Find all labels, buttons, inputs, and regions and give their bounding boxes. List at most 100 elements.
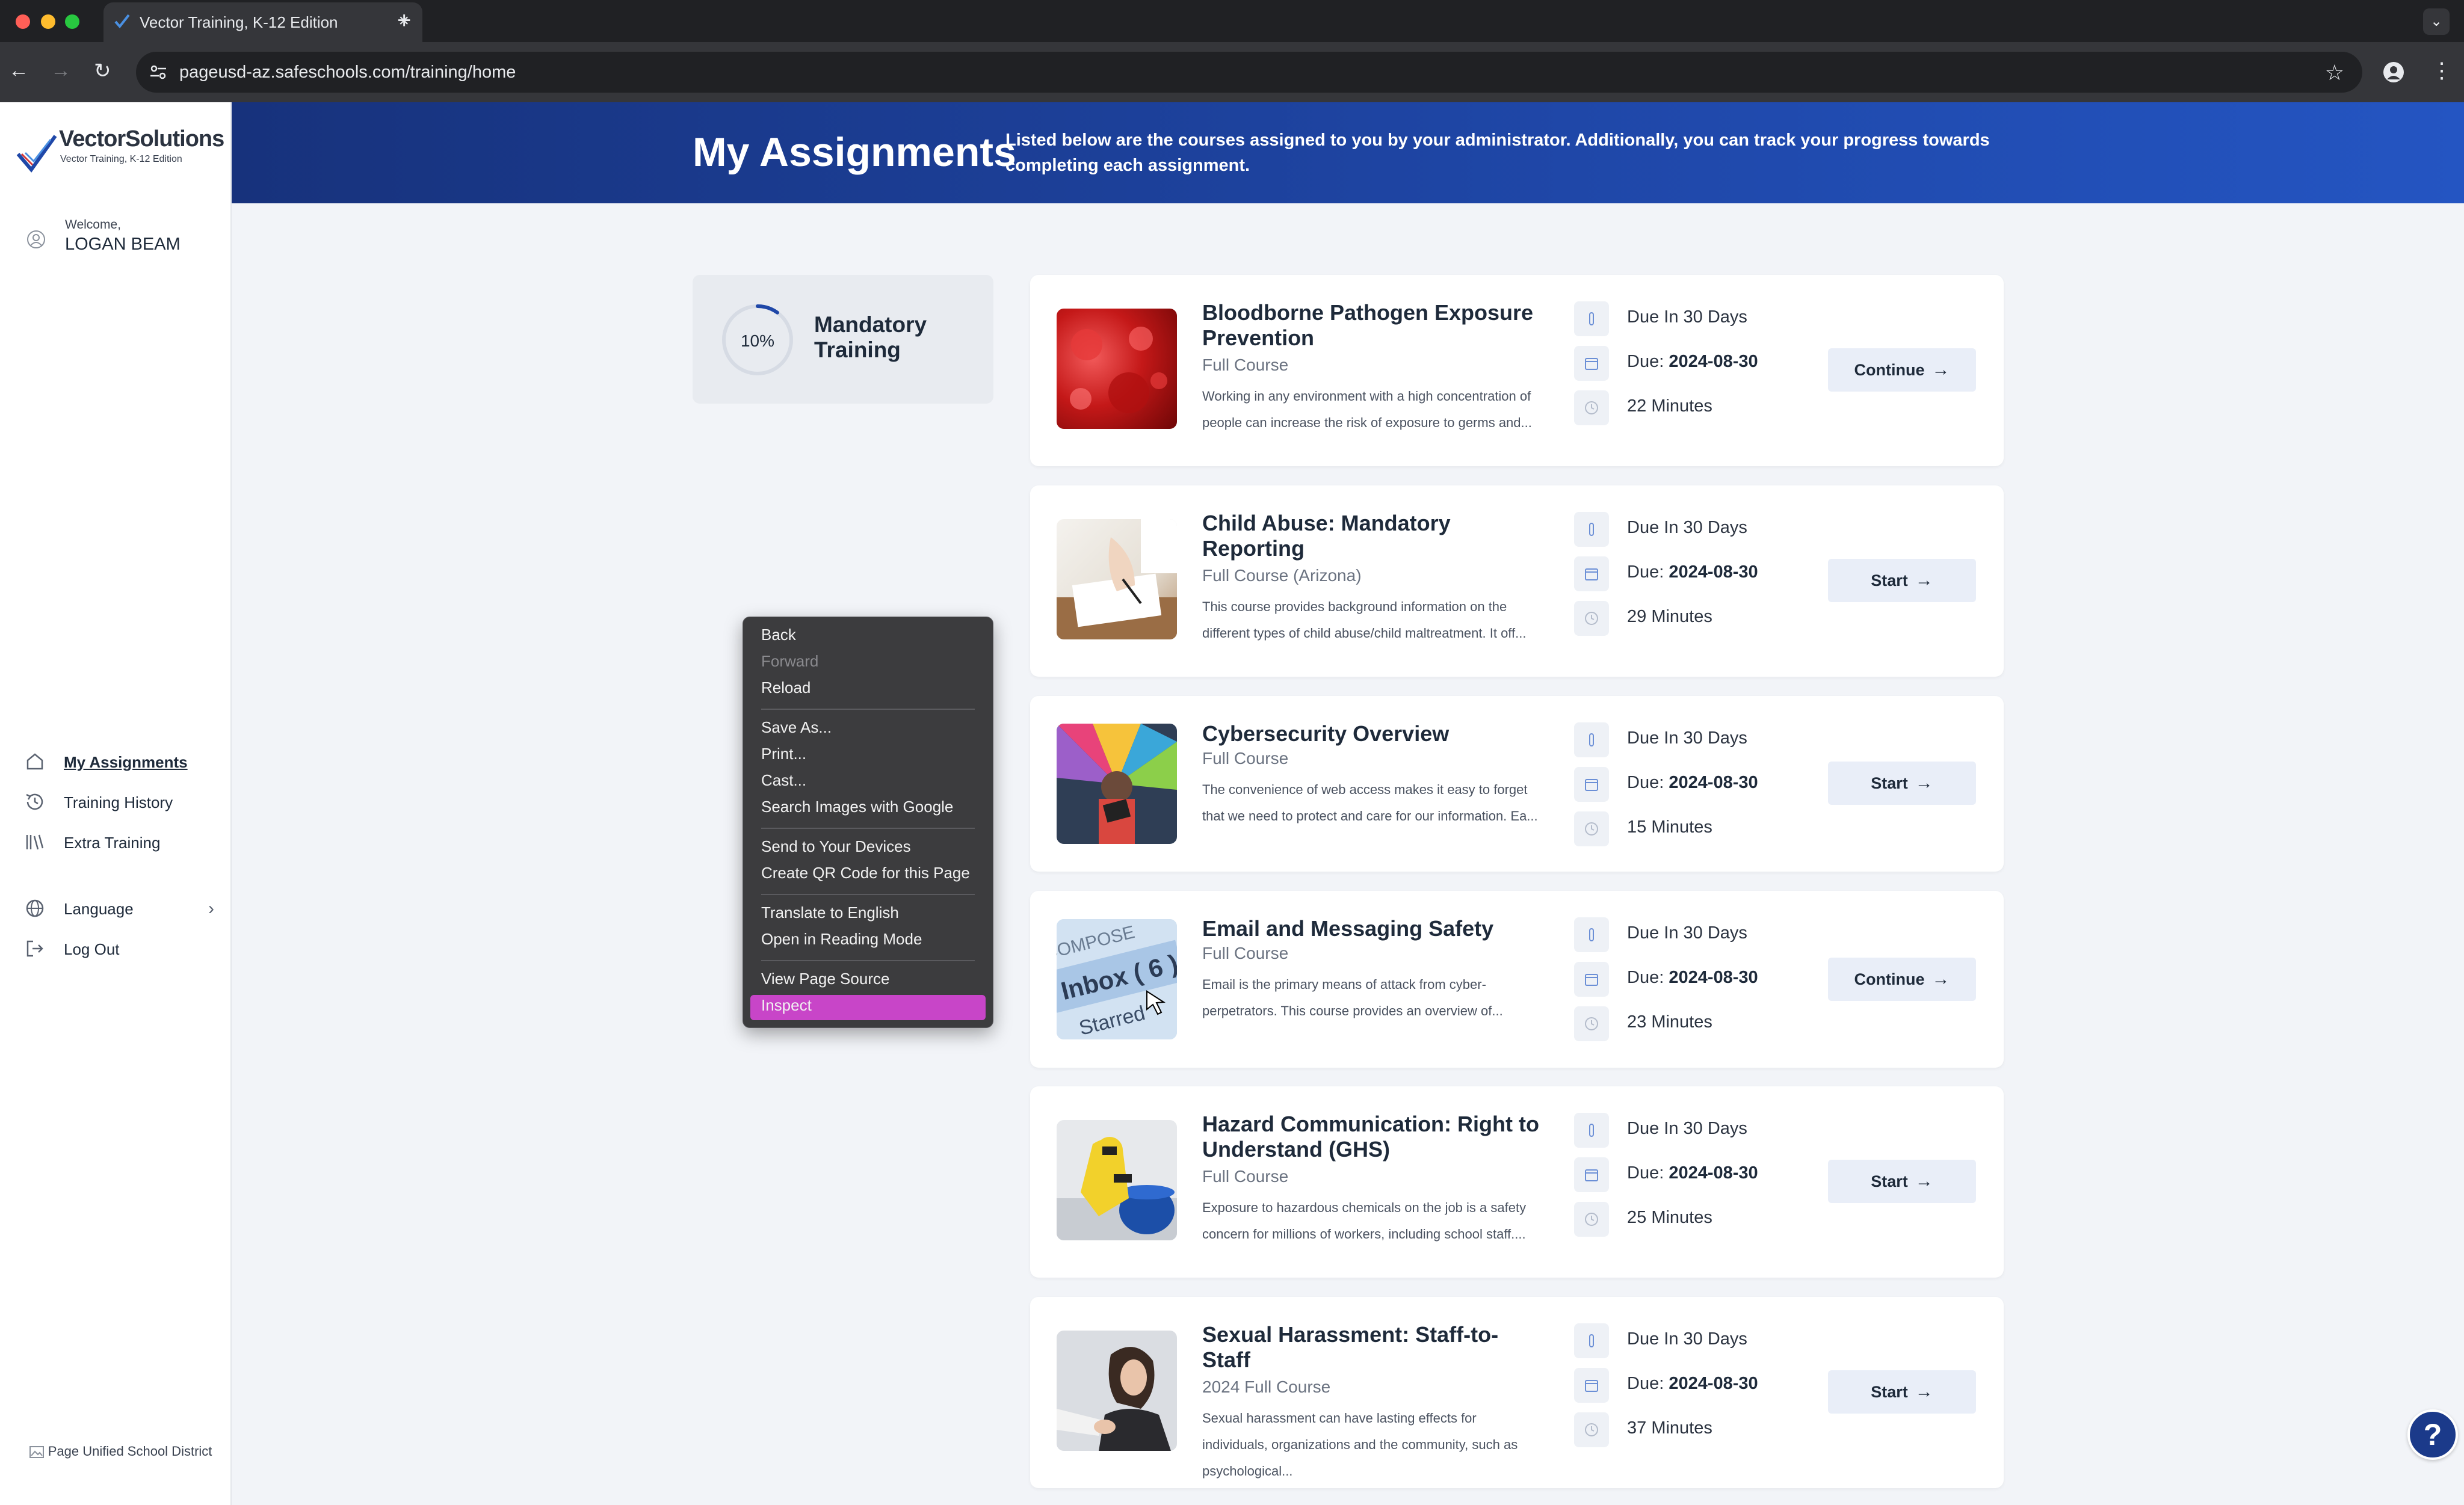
course-type: Full Course	[1202, 1167, 1289, 1186]
due-date-text: Due: 2024-08-30	[1627, 1374, 1758, 1393]
course-card: Bloodborne Pathogen Exposure Prevention …	[1030, 275, 2004, 466]
course-title[interactable]: Sexual Harassment: Staff-to-Staff	[1202, 1322, 1539, 1373]
context-menu-view-source[interactable]: View Page Source	[761, 970, 889, 988]
continue-button[interactable]: Continue →	[1828, 958, 1976, 1001]
context-menu-back[interactable]: Back	[761, 626, 796, 644]
calendar-icon	[1574, 767, 1609, 802]
welcome-label: Welcome,	[65, 218, 121, 232]
menu-separator	[761, 960, 975, 961]
clock-icon	[1574, 1202, 1609, 1237]
help-button[interactable]: ?	[2407, 1409, 2458, 1460]
menu-separator	[761, 709, 975, 710]
course-thumbnail	[1057, 724, 1177, 844]
chevron-right-icon: ›	[208, 899, 214, 919]
context-menu-qr-code[interactable]: Create QR Code for this Page	[761, 864, 970, 882]
reload-icon[interactable]: ↻	[94, 59, 111, 83]
browser-menu-icon[interactable]: ⋮	[2431, 58, 2453, 83]
user-name: LOGAN BEAM	[65, 235, 181, 254]
course-description: This course provides background informat…	[1202, 599, 1527, 641]
nav-log-out[interactable]: Log Out	[24, 938, 217, 962]
info-icon	[1574, 301, 1609, 336]
due-date-value: 2024-08-30	[1669, 773, 1758, 792]
nav-training-history[interactable]: Training History	[24, 791, 217, 815]
minimize-window-button[interactable]	[41, 14, 55, 29]
nav-extra-training[interactable]: Extra Training	[24, 831, 217, 855]
context-menu-cast[interactable]: Cast...	[761, 771, 806, 790]
context-menu-reload[interactable]: Reload	[761, 679, 811, 697]
address-bar[interactable]: pageusd-az.safeschools.com/training/home…	[136, 52, 2362, 93]
course-thumbnail	[1057, 1120, 1177, 1240]
due-in-text: Due In 30 Days	[1627, 1119, 1747, 1138]
page-title: My Assignments	[693, 129, 1016, 175]
start-button[interactable]: Start →	[1828, 762, 1976, 805]
page-header: My Assignments Listed below are the cour…	[232, 102, 2464, 203]
history-icon	[26, 793, 43, 810]
arrow-right-icon: →	[1931, 360, 1950, 380]
context-menu: Back Forward Reload Save As... Print... …	[743, 617, 993, 1028]
course-title[interactable]: Child Abuse: Mandatory Reporting	[1202, 511, 1539, 561]
course-thumbnail	[1057, 309, 1177, 429]
info-icon	[1574, 1323, 1609, 1358]
nav-language[interactable]: Language ›	[24, 897, 217, 922]
mandatory-training-card[interactable]: 10% Mandatory Training	[693, 275, 993, 404]
mandatory-training-title: Mandatory Training	[814, 312, 927, 362]
info-icon	[1574, 512, 1609, 547]
duration-text: 25 Minutes	[1627, 1208, 1712, 1227]
due-in-text: Due In 30 Days	[1627, 307, 1747, 327]
vector-solutions-logo[interactable]: VectorSolutions Vector Training, K-12 Ed…	[16, 126, 224, 174]
calendar-icon	[1574, 346, 1609, 381]
close-window-button[interactable]	[16, 14, 30, 29]
start-button[interactable]: Start →	[1828, 559, 1976, 602]
context-menu-send-to-devices[interactable]: Send to Your Devices	[761, 837, 911, 856]
writing-hand-image	[1057, 519, 1177, 639]
duration-text: 29 Minutes	[1627, 607, 1712, 626]
arrow-right-icon: →	[1915, 1171, 1933, 1191]
context-menu-inspect[interactable]: Inspect	[761, 996, 812, 1015]
forward-arrow-icon[interactable]: →	[51, 59, 71, 82]
nav-label: Training History	[64, 793, 173, 811]
hazmat-worker-image	[1057, 1120, 1177, 1240]
context-menu-translate[interactable]: Translate to English	[761, 903, 899, 922]
context-menu-print[interactable]: Print...	[761, 745, 806, 763]
clock-icon	[1574, 601, 1609, 636]
due-date-text: Due: 2024-08-30	[1627, 968, 1758, 987]
course-title[interactable]: Cybersecurity Overview	[1202, 721, 1539, 746]
due-date-value: 2024-08-30	[1669, 352, 1758, 371]
info-icon	[1574, 722, 1609, 757]
nav-my-assignments[interactable]: My Assignments	[24, 751, 217, 775]
course-thumbnail: COMPOSE Inbox ( 6 ) Starred	[1057, 919, 1177, 1039]
context-menu-forward[interactable]: Forward	[761, 652, 818, 671]
tab-search-icon[interactable]: ⌄	[2423, 8, 2450, 35]
district-logo: Page Unified School District	[24, 1442, 217, 1460]
new-tab-button[interactable]: +	[397, 7, 411, 34]
globe-icon	[26, 899, 44, 917]
continue-button[interactable]: Continue →	[1828, 348, 1976, 392]
site-settings-icon[interactable]	[149, 64, 167, 81]
maximize-window-button[interactable]	[65, 14, 79, 29]
tab-title: Vector Training, K-12 Edition	[140, 13, 338, 31]
course-title[interactable]: Bloodborne Pathogen Exposure Prevention	[1202, 300, 1539, 351]
due-in-text: Due In 30 Days	[1627, 728, 1747, 748]
course-type: 2024 Full Course	[1202, 1377, 1331, 1396]
course-description: Working in any environment with a high c…	[1202, 389, 1532, 430]
course-type: Full Course	[1202, 355, 1289, 374]
start-button[interactable]: Start →	[1828, 1370, 1976, 1414]
bookmark-star-icon[interactable]: ☆	[2325, 60, 2344, 85]
calendar-icon	[1574, 1157, 1609, 1192]
context-menu-save-as[interactable]: Save As...	[761, 718, 832, 737]
context-menu-search-images[interactable]: Search Images with Google	[761, 798, 953, 816]
back-arrow-icon[interactable]: ←	[8, 59, 29, 82]
context-menu-reading-mode[interactable]: Open in Reading Mode	[761, 930, 922, 949]
course-title[interactable]: Email and Messaging Safety	[1202, 916, 1539, 941]
browser-title-bar: Vector Training, K-12 Edition × + ⌄	[0, 0, 2464, 42]
course-title[interactable]: Hazard Communication: Right to Understan…	[1202, 1112, 1539, 1162]
course-card: Child Abuse: Mandatory Reporting Full Co…	[1030, 485, 2004, 677]
clock-icon	[1574, 1412, 1609, 1447]
nav-label: Language	[64, 900, 134, 918]
start-button[interactable]: Start →	[1828, 1160, 1976, 1203]
browser-tab[interactable]: Vector Training, K-12 Edition ×	[103, 2, 422, 42]
calendar-icon	[1574, 962, 1609, 997]
profile-icon[interactable]	[2383, 61, 2404, 83]
due-date-text: Due: 2024-08-30	[1627, 1163, 1758, 1183]
due-date-text: Due: 2024-08-30	[1627, 773, 1758, 792]
